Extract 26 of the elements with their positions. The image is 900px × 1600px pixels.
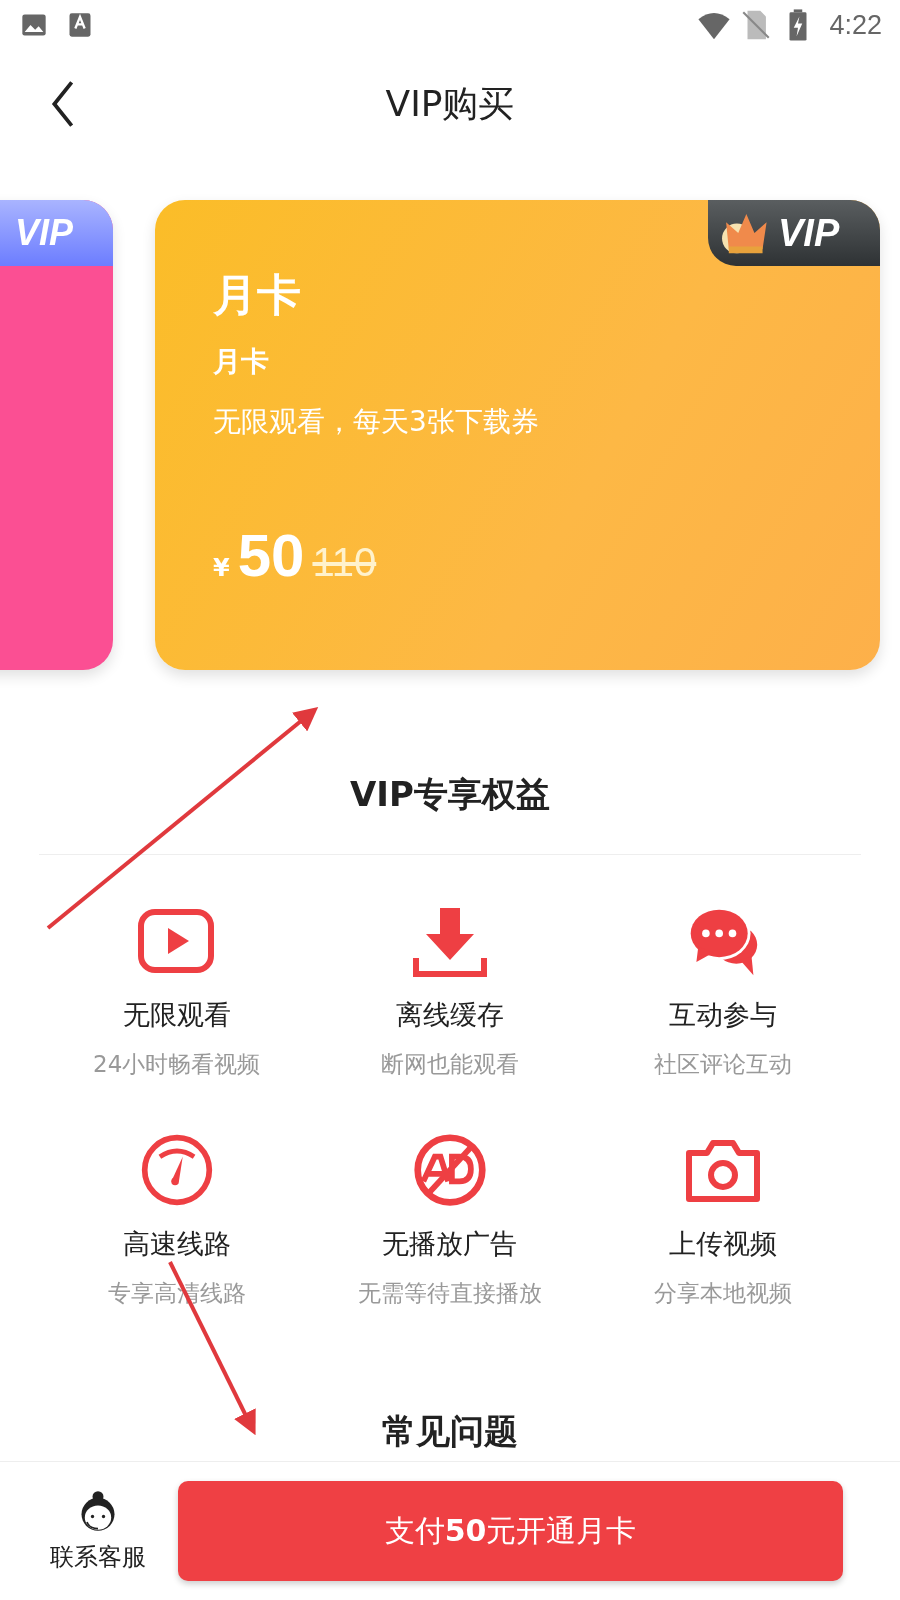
- benefit-title: 离线缓存: [396, 998, 504, 1032]
- benefit-title: 无限观看: [122, 998, 231, 1032]
- benefit-caption: 社区评论互动: [654, 1050, 793, 1079]
- section-title: 常见问题: [382, 1410, 518, 1453]
- currency-symbol: ¥: [213, 554, 230, 582]
- benefit-caption: 无需等待直接播放: [358, 1279, 542, 1308]
- benefit-caption: 分享本地视频: [654, 1279, 793, 1308]
- customer-service-button[interactable]: 联系客服: [38, 1489, 158, 1573]
- benefit-caption: 24小时畅看视频: [93, 1050, 261, 1079]
- vip-card[interactable]: VIP 月卡 月卡 无限观看，每天3张下载券 ¥50 110: [155, 200, 880, 670]
- page-title: VIP购买: [385, 81, 515, 126]
- original-price: 110: [312, 540, 377, 585]
- card-price: 50: [237, 521, 305, 590]
- card-description: 无限观看，每天3张下载券: [213, 404, 539, 440]
- benefit-caption: 断网也能观看: [381, 1050, 519, 1079]
- section-title: VIP专享权益: [350, 773, 550, 816]
- card-name: 月卡: [213, 268, 301, 322]
- vip-label: VIP: [778, 211, 840, 255]
- benefit-title: 上传视频: [669, 1227, 778, 1261]
- benefit-title: 高速线路: [122, 1227, 231, 1261]
- status-time: 4:22: [829, 9, 882, 41]
- vip-label: VIP: [14, 212, 73, 254]
- pay-button[interactable]: 支付50元开通月卡: [178, 1481, 843, 1581]
- card-subtitle: 月卡: [213, 344, 269, 380]
- benefit-title: 无播放广告: [382, 1227, 518, 1261]
- benefit-title: 互动参与: [669, 998, 778, 1032]
